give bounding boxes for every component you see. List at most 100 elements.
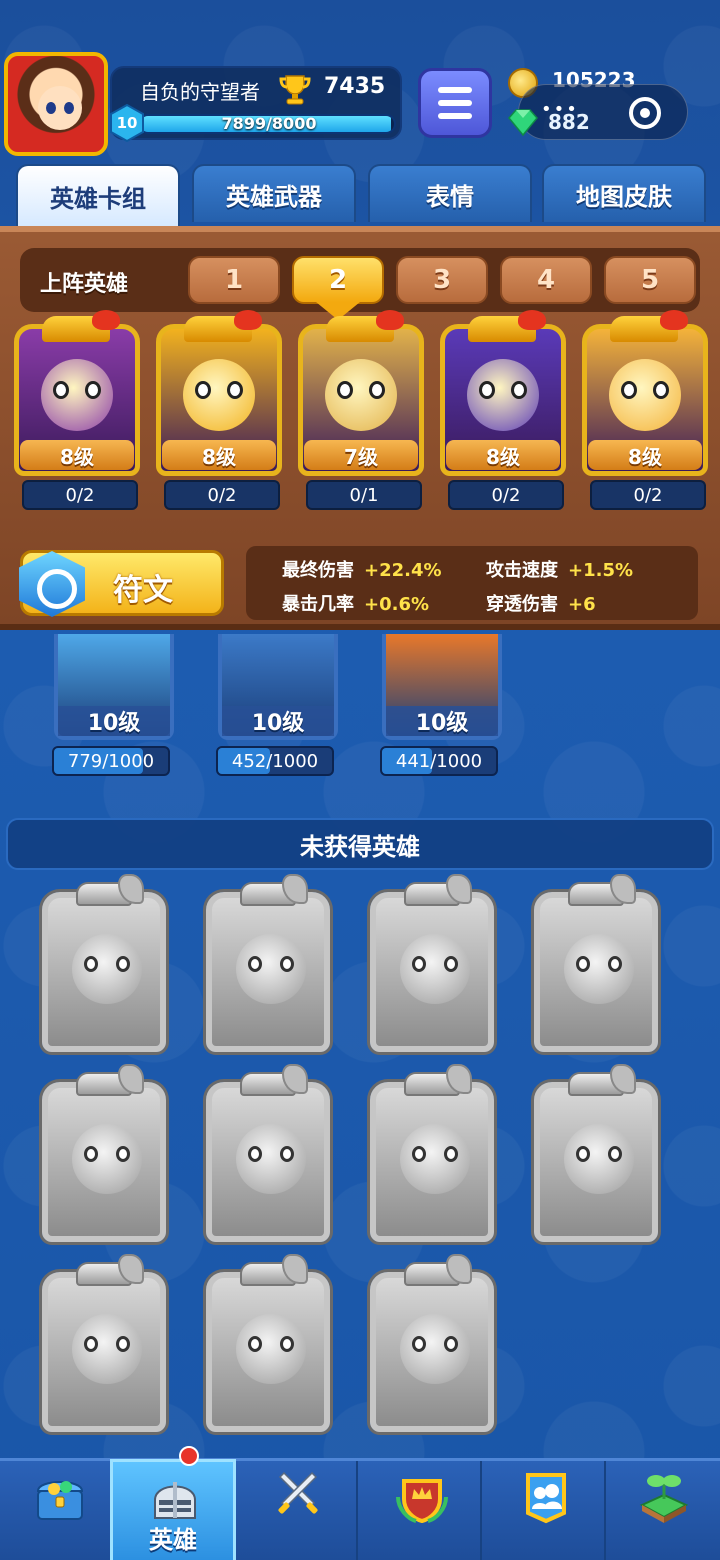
tab-map-skins[interactable]: 地图皮肤	[542, 164, 706, 222]
profile-box[interactable]: 自负的守望者 7435 7899/8000	[110, 66, 402, 140]
hero-eye	[621, 381, 637, 399]
hero-eye	[116, 1336, 130, 1352]
locked-hero-portrait	[206, 1082, 330, 1242]
locked-hero-portrait	[42, 1082, 166, 1242]
hero-eye	[369, 381, 385, 399]
locked-hero-portrait	[42, 1272, 166, 1432]
stat-attack-speed: 攻击速度 +1.5%	[486, 556, 633, 582]
hero-eye	[85, 381, 101, 399]
hero-face	[183, 359, 255, 431]
hero-face	[236, 1124, 306, 1194]
owned-hero-level: 10级	[222, 706, 334, 736]
trophy-count: 7435	[324, 74, 386, 99]
hero-crest-icon	[42, 310, 120, 342]
tab-hero-weapons[interactable]: 英雄武器	[192, 164, 356, 222]
hero-crest-icon	[240, 874, 308, 906]
hero-level: 7级	[304, 440, 418, 470]
hero-level: 8级	[588, 440, 702, 470]
hero-crest-icon	[76, 1064, 144, 1096]
lineup-slot-1[interactable]: 1	[188, 256, 280, 304]
knight-helmet-icon	[154, 1482, 196, 1519]
nav-team[interactable]	[486, 1461, 606, 1560]
stat-pierce-damage: 穿透伤害 +6	[486, 590, 596, 616]
close-target-icon[interactable]	[629, 97, 661, 129]
locked-hero-card[interactable]	[200, 1064, 336, 1246]
nav-label: 英雄	[149, 1526, 197, 1554]
team-banner-icon	[526, 1473, 566, 1524]
locked-hero-card[interactable]	[528, 874, 664, 1056]
locked-hero-portrait	[370, 1082, 494, 1242]
nav-heroes[interactable]: 英雄	[110, 1446, 236, 1560]
lineup-bar: 上阵英雄 1 2 3 4 5	[20, 248, 700, 320]
player-level-badge: 10	[108, 103, 146, 143]
locked-hero-card[interactable]	[36, 874, 172, 1056]
deck-hero-card[interactable]: 7级 0/1	[292, 310, 432, 516]
menu-button[interactable]	[418, 68, 492, 138]
locked-hero-portrait	[370, 1272, 494, 1432]
hero-eye	[248, 1146, 262, 1162]
notification-dot	[179, 1446, 199, 1466]
hero-crest-icon	[404, 1254, 472, 1286]
player-avatar[interactable]	[4, 52, 108, 156]
lineup-slot-3[interactable]: 3	[396, 256, 488, 304]
nav-shop[interactable]	[0, 1461, 120, 1560]
hero-eye	[280, 1146, 294, 1162]
hero-eye	[412, 956, 426, 972]
deck-hero-card[interactable]: 8级 0/2	[8, 310, 148, 516]
owned-hero-progress-text: 779/1000	[67, 750, 155, 772]
nav-island[interactable]	[610, 1461, 720, 1560]
locked-hero-card[interactable]	[36, 1064, 172, 1246]
menu-icon-line	[438, 87, 472, 93]
stat-final-damage: 最终伤害 +22.4%	[282, 556, 442, 582]
lineup-slot-5[interactable]: 5	[604, 256, 696, 304]
hero-eye	[116, 956, 130, 972]
lineup-slot-4[interactable]: 4	[500, 256, 592, 304]
hero-face	[236, 934, 306, 1004]
hero-crest-icon	[240, 1254, 308, 1286]
tab-emotes[interactable]: 表情	[368, 164, 532, 222]
owned-hero-progress-text: 441/1000	[395, 750, 483, 772]
trophy-icon	[279, 75, 311, 105]
locked-hero-card[interactable]	[36, 1254, 172, 1436]
hero-crest-icon	[568, 1064, 636, 1096]
stat-value: +22.4%	[364, 560, 442, 581]
owned-hero-level: 10级	[58, 706, 170, 736]
hero-crest-icon	[404, 874, 472, 906]
rune-label: 符文	[113, 573, 173, 608]
menu-icon-line	[438, 100, 472, 106]
rune-button[interactable]: 符文	[19, 550, 224, 617]
owned-hero-card[interactable]: 10级 779/1000	[52, 634, 174, 780]
locked-hero-card[interactable]	[200, 874, 336, 1056]
locked-hero-card[interactable]	[364, 874, 500, 1056]
tab-hero-deck[interactable]: 英雄卡组	[16, 164, 180, 226]
lineup-slot-2[interactable]: 2	[292, 256, 384, 304]
hero-eye	[248, 1336, 262, 1352]
deck-hero-card[interactable]: 8级 0/2	[150, 310, 290, 516]
owned-hero-card[interactable]: 10级 441/1000	[380, 634, 502, 780]
menu-icon-line	[438, 113, 472, 119]
deck-hero-card[interactable]: 8级 0/2	[434, 310, 574, 516]
locked-hero-card[interactable]	[364, 1254, 500, 1436]
owned-hero-card[interactable]: 10级 452/1000	[216, 634, 338, 780]
hero-eye	[479, 381, 495, 399]
avatar-eye	[46, 102, 56, 114]
hero-eye	[511, 381, 527, 399]
stat-value: +1.5%	[568, 560, 634, 581]
more-dots-icon[interactable]: •••	[541, 99, 579, 120]
locked-hero-card[interactable]	[200, 1254, 336, 1436]
deck-hero-card[interactable]: 8级 0/2	[576, 310, 716, 516]
hero-eye	[84, 956, 98, 972]
stat-name: 暴击几率	[282, 594, 354, 615]
top-bar: 自负的守望者 7435 7899/8000 10 105223 ••• 882	[0, 0, 720, 160]
stat-name: 攻击速度	[486, 560, 558, 581]
lineup-label: 上阵英雄	[40, 272, 129, 297]
stats-box: 最终伤害 +22.4% 攻击速度 +1.5% 暴击几率 +0.6% 穿透伤害 +6	[246, 546, 698, 620]
locked-hero-portrait	[206, 1272, 330, 1432]
stat-name: 穿透伤害	[486, 594, 558, 615]
hero-card-progress: 0/2	[164, 480, 280, 510]
nav-battle[interactable]	[238, 1461, 358, 1560]
nav-rank[interactable]	[362, 1461, 482, 1560]
locked-hero-card[interactable]	[364, 1064, 500, 1246]
locked-hero-card[interactable]	[528, 1064, 664, 1246]
hero-face	[41, 359, 113, 431]
